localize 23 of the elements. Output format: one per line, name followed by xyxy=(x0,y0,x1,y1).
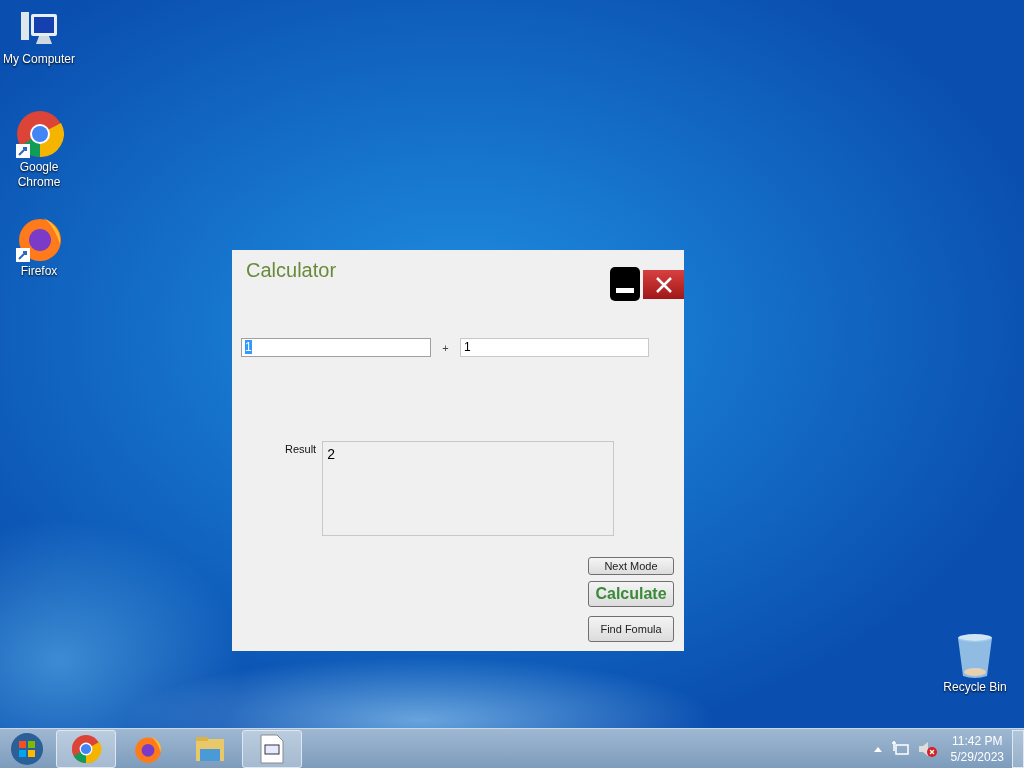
network-icon[interactable] xyxy=(890,739,909,758)
action-button[interactable]: Next Mode xyxy=(588,557,674,575)
close-button[interactable] xyxy=(643,270,684,299)
minimize-button[interactable] xyxy=(610,267,640,301)
desktop-icon-label[interactable]: My Computer xyxy=(3,52,75,67)
calculate-button[interactable]: Calculate xyxy=(588,581,674,607)
desktop-icon-label[interactable]: Recycle Bin xyxy=(943,680,1007,695)
desktop-icon-label[interactable]: Firefox xyxy=(20,264,58,279)
taskbar-chrome-button[interactable] xyxy=(56,729,116,768)
action-button[interactable]: Find Fomula xyxy=(588,616,674,642)
window-title: Calculator xyxy=(246,259,337,283)
taskbar-app-button[interactable] xyxy=(242,729,302,768)
result-box: 2 xyxy=(322,441,615,536)
document-icon xyxy=(258,732,286,765)
chrome-icon[interactable] xyxy=(14,110,64,160)
chrome-icon xyxy=(70,732,102,765)
input-field[interactable]: 1 xyxy=(460,338,649,357)
muted-speaker-icon[interactable] xyxy=(916,739,937,758)
operator-label: + xyxy=(441,341,450,354)
close-icon xyxy=(654,275,673,294)
result-label: Result xyxy=(285,442,317,457)
desktop-icon-label[interactable]: Google Chrome xyxy=(0,160,78,190)
trash-can-icon[interactable] xyxy=(955,632,995,680)
